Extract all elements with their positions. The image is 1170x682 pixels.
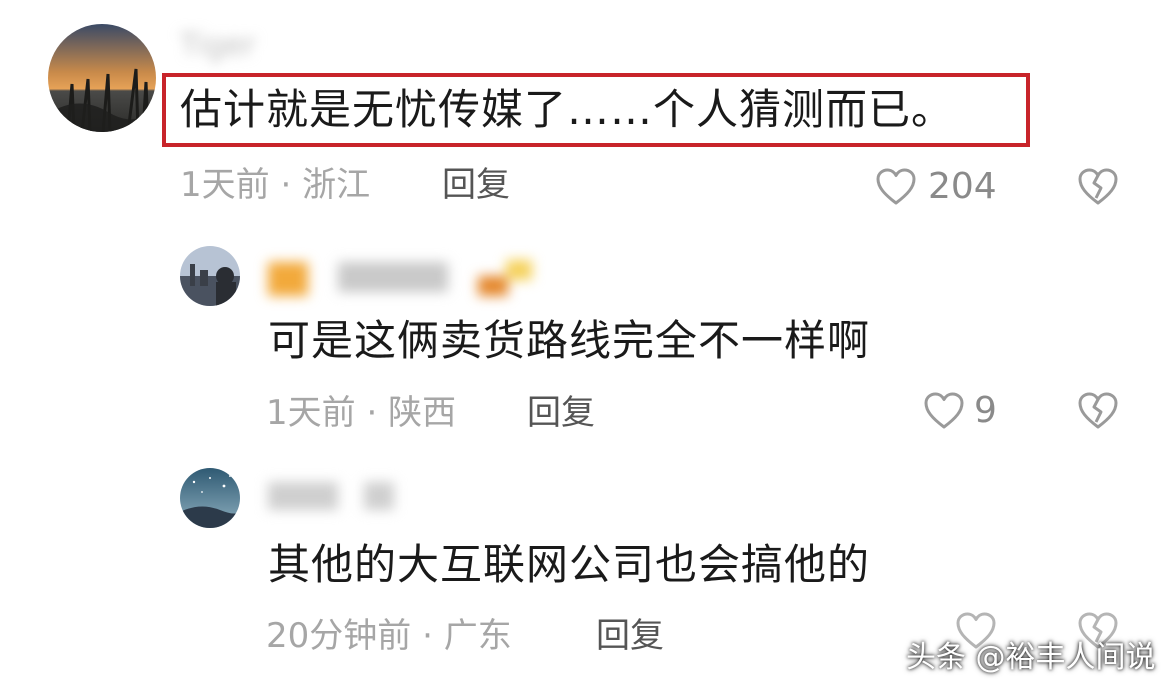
location: 陕西 [388,393,457,433]
heart-outline-icon[interactable] [924,392,964,430]
meta-separator: · [355,393,389,433]
broken-heart-icon[interactable] [1078,168,1118,206]
reply-button[interactable]: 回复 [527,396,595,430]
broken-heart-icon[interactable] [1078,392,1118,430]
timestamp: 20分钟前 [266,616,412,656]
avatar[interactable] [180,468,240,528]
username[interactable] [268,478,418,514]
location: 浙江 [302,165,371,205]
location: 广东 [443,616,512,656]
avatar[interactable] [48,24,156,132]
meta-separator: · [269,165,303,205]
comment-text: 其他的大互联网公司也会搞他的 [268,540,871,589]
comment-meta: 1天前 · 陕西 [266,396,456,430]
comment-text: 估计就是无忧传媒了……个人猜测而已。 [180,85,955,134]
heart-outline-icon[interactable] [876,168,916,206]
timestamp: 1天前 [180,165,270,205]
like-count: 204 [928,166,997,207]
reply-button[interactable]: 回复 [442,168,510,202]
like-count: 9 [974,390,997,431]
watermark: 头条 @裕丰人间说 [906,640,1156,675]
comment-meta: 1天前 · 浙江 [180,168,370,202]
username[interactable]: Tiger [180,28,340,63]
comment-text: 可是这俩卖货路线完全不一样啊 [268,316,871,365]
avatar[interactable] [180,246,240,306]
comment-meta: 20分钟前 · 广东 [266,619,512,653]
reply-button[interactable]: 回复 [596,619,664,653]
timestamp: 1天前 [266,393,356,433]
username[interactable] [268,256,533,298]
meta-separator: · [411,616,444,656]
